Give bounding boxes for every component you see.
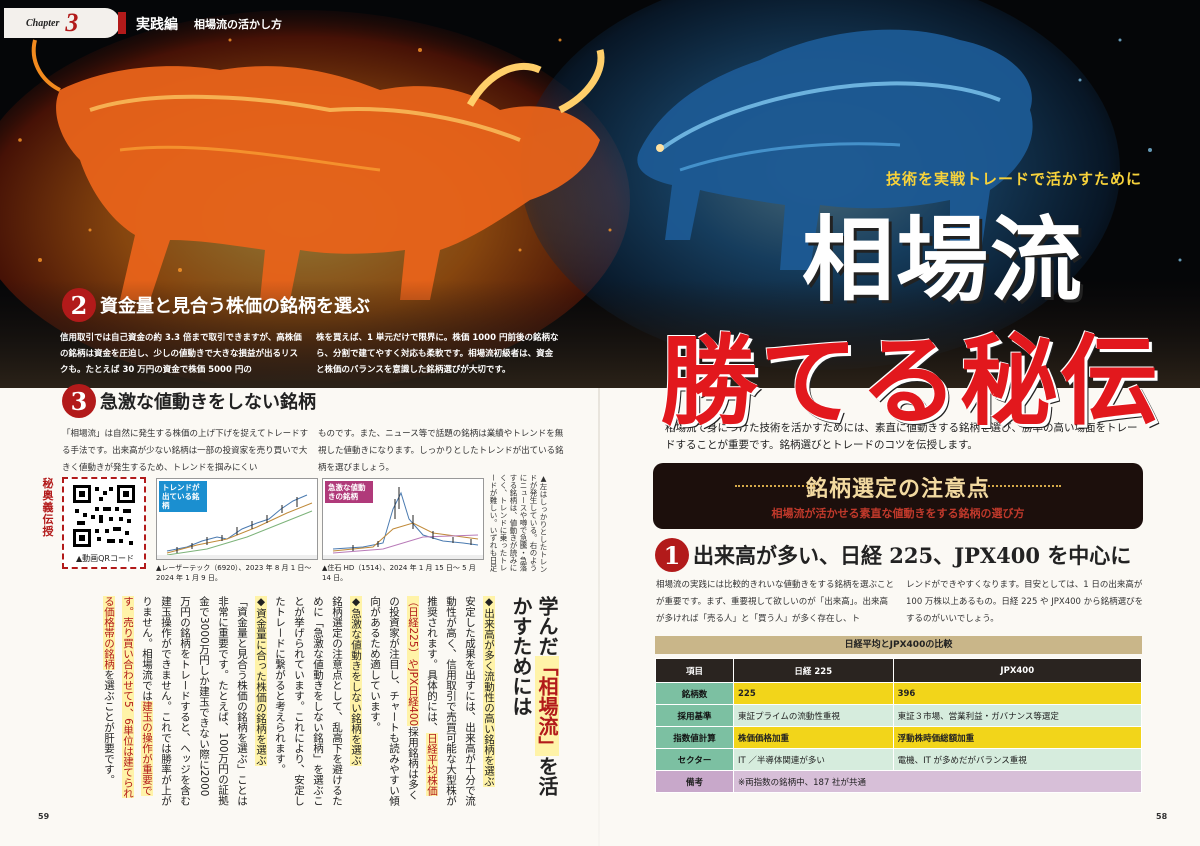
learned-point-3: ◆資金量に合った株価の銘柄を選ぶ [255, 596, 267, 766]
chart-trend-caption: ▲レーザーテック（6920）、2023 年 8 月 1 日〜 2024 年 1 … [156, 564, 312, 582]
cell-jpx: 電機、IT が多めだがバランス重視 [892, 748, 1143, 771]
chapter-number: 3 [65, 8, 79, 37]
learned-heading-pre: 学んだ [535, 596, 559, 656]
cell-nikkei: 東証プライムの流動性重視 [733, 704, 894, 727]
comparison-table: 項目 日経 225 JPX400 銘柄数 225 396 採用基準 東証プライム… [655, 658, 1143, 793]
table-row: 銘柄数 225 396 [655, 682, 1143, 705]
hero-title-line2: 勝てる秘伝 [660, 324, 1161, 439]
section1-para-left: 相場流の実践には比較的きれいな値動きをする銘柄を選ぶことが重要です。まず、重要視… [656, 580, 895, 624]
learned-point-1: ◆出来高が多く流動性の高い銘柄を選ぶ [483, 596, 495, 787]
table-caption: 日経平均とJPX400の比較 [655, 636, 1142, 654]
learned-heading: 学んだ「相場流」を活かすためには [508, 596, 560, 796]
section3-heading: 3 急激な値動きをしない銘柄 [62, 384, 316, 418]
table-header: 日経 225 [733, 658, 894, 683]
chapter-tag: Chapter 3 [4, 8, 120, 38]
chart-trend: トレンドが出ている銘柄 [156, 478, 318, 560]
cell-jpx: 浮動株時価総額加重 [892, 726, 1143, 749]
cell-nikkei: IT ／半導体関連が多い [733, 748, 894, 771]
page-number-right: 58 [1156, 812, 1168, 821]
chart-volatile: 急激な値動きの銘柄 [322, 478, 484, 560]
cell-jpx: 396 [892, 682, 1143, 705]
section2-para-right: 株を買えば、1 単元だけで限界に。株価 1000 円前後の銘柄なら、分割で建てや… [316, 333, 559, 375]
section1-para-right: レンドができやすくなります。目安としては、1 日の出来高が 100 万株以上ある… [906, 580, 1144, 624]
section1-title: 出来高が多い、日経 225、JPX400 を中心に [693, 543, 1132, 568]
row-label: 備考 [655, 770, 734, 793]
page-gutter [598, 388, 600, 846]
video-qr-box[interactable]: ▲動画QRコード [62, 477, 146, 569]
qr-label: ▲動画QRコード [75, 554, 134, 563]
row-label: 指数値計算 [655, 726, 734, 749]
table-header: JPX400 [892, 658, 1143, 683]
learned-heading-key: 「相場流」 [535, 656, 559, 756]
section3-title: 急激な値動きをしない銘柄 [100, 392, 316, 413]
learned-text-5: を選ぶことが肝要です。 [103, 669, 115, 786]
table-row: セクター IT ／半導体関連が多い 電機、IT が多めだがバランス重視 [655, 748, 1143, 771]
section2-heading: 2 資金量と見合う株価の銘柄を選ぶ [62, 288, 370, 322]
cell-nikkei: 225 [733, 682, 894, 705]
cell-nikkei: 株価価格加重 [733, 726, 894, 749]
chart-volatile-caption: ▲住石 HD（1514）、2024 年 1 月 15 日〜 5 月 14 日。 [322, 564, 476, 582]
page-number-left: 59 [38, 812, 50, 821]
table-header: 項目 [655, 658, 734, 683]
learned-body: ◆出来高が多く流動性の高い銘柄を選ぶ 安定した成果を出すには、出来高が十分で流動… [58, 596, 498, 806]
chapter-word: Chapter [26, 17, 60, 29]
section3-number: 3 [62, 384, 96, 418]
chapter-accent [118, 12, 126, 34]
table-header-row: 項目 日経 225 JPX400 [655, 658, 1143, 683]
row-label: 採用基準 [655, 704, 734, 727]
qr-code-icon[interactable] [73, 485, 135, 547]
chart-volatile-tag: 急激な値動きの銘柄 [325, 481, 373, 503]
chart-side-note: ▲左はしっかりとしたトレンドが発生している。右のようにニュースや噂で急騰・急落す… [489, 474, 548, 573]
cell-note: ※両指数の銘柄中、187 社が共通 [733, 770, 1142, 793]
cell-jpx: 東証３市場、営業利益・ガバナンス等選定 [892, 704, 1143, 727]
section1-heading: 1 出来高が多い、日経 225、JPX400 を中心に [655, 538, 1131, 572]
banner-title: 銘柄選定の注意点 [805, 476, 990, 502]
secret-stamp: 秘奥義伝授 [42, 477, 54, 538]
section2-para-left: 信用取引では自己資金の約 3.3 倍まで取引できますが、高株価の銘柄は資金を圧迫… [60, 333, 302, 375]
section1-number: 1 [655, 538, 689, 572]
row-label: 銘柄数 [655, 682, 734, 705]
table-row: 採用基準 東証プライムの流動性重視 東証３市場、営業利益・ガバナンス等選定 [655, 704, 1143, 727]
section3-para-right: ものです。また、ニュース等で話題の銘柄は業績やトレンドを無視した値動きになります… [318, 429, 564, 473]
section-kind: 実践編 [136, 17, 178, 33]
magazine-spread: Chapter 3 実践編 相場流の活かし方 技術を実戦トレードで活かすために … [0, 0, 1200, 846]
hero-title-line1: 相場流 [802, 206, 1085, 314]
table-row: 指数値計算 株価価格加重 浮動株時価総額加重 [655, 726, 1143, 749]
section-subtitle: 相場流の活かし方 [194, 18, 282, 31]
selection-banner: 銘柄選定の注意点 相場流が活かせる素直な値動きをする銘柄の選び方 [653, 463, 1143, 529]
learned-point-2: ◆急激な値動きをしない銘柄を選ぶ [350, 596, 362, 766]
section3-para-left: 「相場流」は自然に発生する株価の上げ下げを捉えてトレードする手法です。出来高が少… [62, 429, 309, 473]
section2-title: 資金量と見合う株価の銘柄を選ぶ [100, 296, 370, 317]
section2-number: 2 [62, 288, 96, 322]
table-row: 備考 ※両指数の銘柄中、187 社が共通 [655, 770, 1142, 793]
learned-text-4: 「資金量と見合う株価の銘柄を選ぶ」ことは非常に重要です。たとえば、100万円の証… [141, 596, 248, 806]
learned-text-3: 銘柄選定の注意点として、乱高下を避けるために「急激な値動きをしない銘柄」を選ぶこ… [274, 596, 343, 806]
chart-trend-tag: トレンドが出ている銘柄 [159, 481, 207, 512]
row-label: セクター [655, 748, 734, 771]
banner-subtitle: 相場流が活かせる素直な値動きをする銘柄の選び方 [771, 507, 1025, 520]
